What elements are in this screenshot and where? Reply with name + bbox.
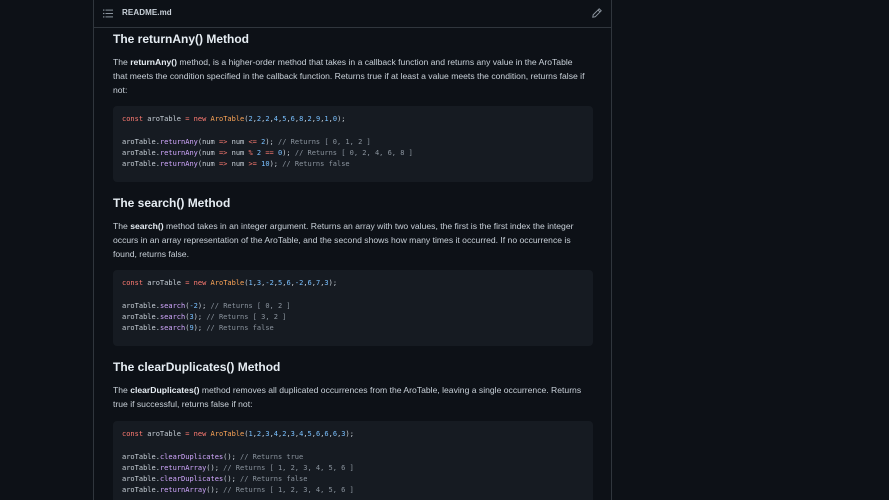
code-line: aroTable.returnAny(num => num % 2 == 0);…	[122, 148, 413, 157]
code-line: aroTable.clearDuplicates(); // Returns f…	[122, 475, 308, 484]
code-line: aroTable.returnArray(); // Returns [ 1, …	[122, 486, 354, 495]
section-description: The search() method takes in an integer …	[113, 221, 574, 259]
code-block: const aroTable = new AroTable(1,3,-2,5,6…	[113, 270, 593, 346]
section-description: The clearDuplicates() method removes all…	[113, 385, 582, 409]
code-line: const aroTable = new AroTable(2,2,2,4,5,…	[122, 115, 346, 123]
code-line: aroTable.returnArray(); // Returns [ 1, …	[122, 463, 354, 472]
file-name: README.md	[122, 8, 172, 17]
pencil-icon[interactable]	[592, 8, 602, 18]
code-line: aroTable.search(-2); // Returns [ 0, 2 ]	[122, 301, 291, 310]
section-heading: The returnAny() Method	[113, 32, 249, 46]
code-line: aroTable.returnAny(num => num <= 2); // …	[122, 137, 371, 146]
code-line: const aroTable = new AroTable(1,2,3,4,2,…	[122, 430, 354, 438]
code-line: aroTable.search(9); // Returns false	[122, 324, 274, 333]
section-heading: The search() Method	[113, 196, 231, 210]
section-heading: The clearDuplicates() Method	[113, 360, 281, 374]
code-block: const aroTable = new AroTable(2,2,2,4,5,…	[113, 106, 593, 182]
readme-panel: README.md The returnAny() Method The ret…	[93, 0, 612, 500]
file-header: README.md	[94, 0, 611, 28]
code-line: aroTable.clearDuplicates(); // Returns t…	[122, 452, 304, 461]
code-line: aroTable.returnAny(num => num >= 10); //…	[122, 160, 350, 169]
code-block: const aroTable = new AroTable(1,2,3,4,2,…	[113, 421, 593, 500]
code-line: const aroTable = new AroTable(1,3,-2,5,6…	[122, 279, 338, 287]
list-unordered-icon[interactable]	[103, 9, 113, 18]
code-line: aroTable.search(3); // Returns [ 3, 2 ]	[122, 312, 287, 321]
section-description: The returnAny() method, is a higher-orde…	[113, 57, 585, 95]
